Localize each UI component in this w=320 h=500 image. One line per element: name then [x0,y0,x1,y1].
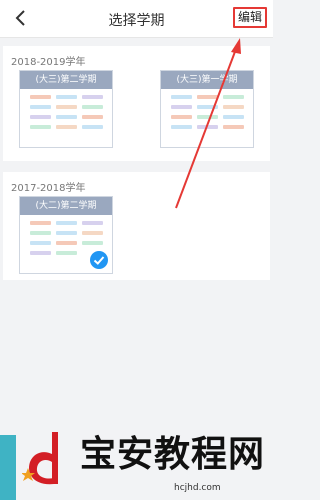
term-name: (大三)第二学期 [20,71,112,89]
term-name: (大三)第一学期 [161,71,253,89]
edit-button[interactable]: 编辑 [233,7,267,28]
year-section-2017-2018: 2017-2018学年 (大二)第二学期 [3,172,270,280]
term-thumbnail: (大三)第一学期 [160,70,254,148]
year-label: 2018-2019学年 [11,57,86,68]
term-name: (大二)第二学期 [20,197,112,215]
term-thumbnail: (大二)第二学期 [19,196,113,274]
selected-check-icon [90,251,108,269]
watermark-logo-icon [21,430,74,492]
term-card-junior-first[interactable]: (大三)第一学期 [160,70,254,148]
year-label: 2017-2018学年 [11,183,86,194]
nav-bar: 选择学期 编辑 [0,0,273,38]
watermark-text: 宝安教程网 [80,433,266,475]
timetable-preview [171,95,245,143]
term-card-sophomore-second[interactable]: (大二)第二学期 [19,196,113,274]
term-card-junior-second[interactable]: (大三)第二学期 [19,70,113,148]
timetable-preview [30,95,104,143]
term-thumbnail: (大三)第二学期 [19,70,113,148]
year-section-2018-2019: 2018-2019学年 (大三)第二学期 (大三)第一学期 [3,46,270,161]
watermark-url: hcjhd.com [174,483,221,493]
edge-decoration [0,435,16,500]
